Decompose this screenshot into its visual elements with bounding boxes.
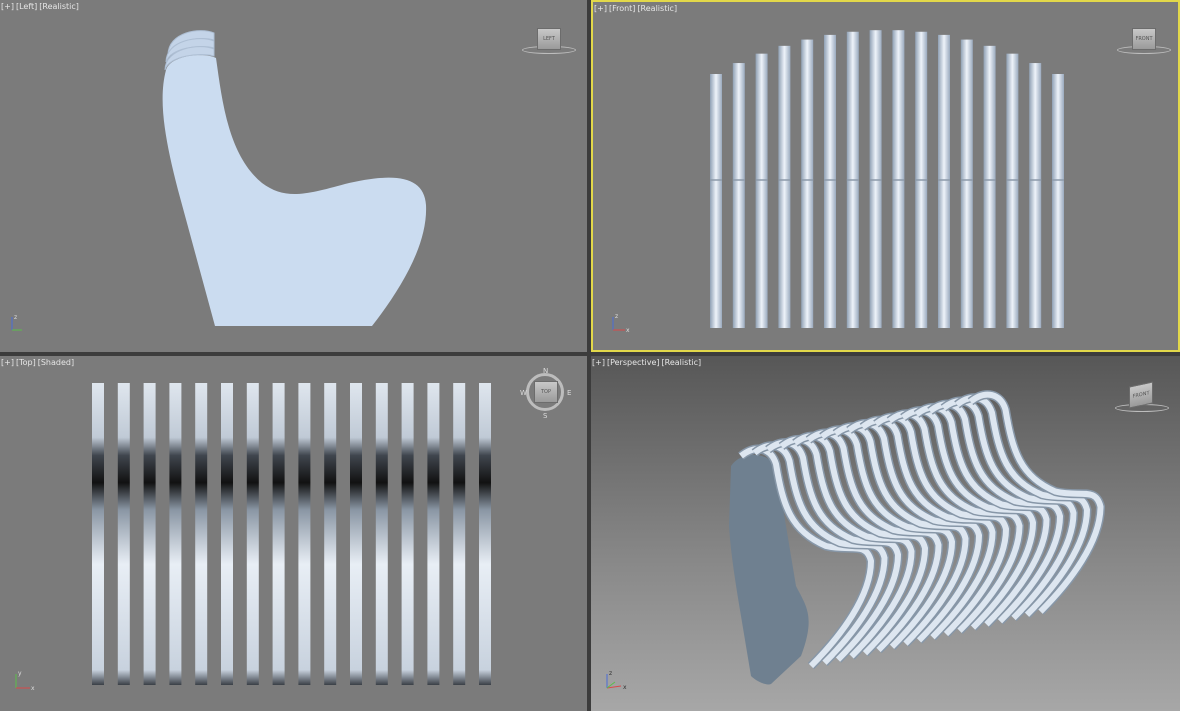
viewport-view-name[interactable]: [Top] bbox=[16, 358, 36, 367]
bench-perspective-model bbox=[729, 390, 1106, 685]
viewport-perspective[interactable]: [+] [Perspective] [Realistic] FRONT zx bbox=[591, 356, 1180, 711]
viewport-label[interactable]: [+] [Perspective] [Realistic] bbox=[592, 358, 703, 367]
slat bbox=[960, 39, 973, 329]
slat bbox=[732, 63, 745, 328]
svg-text:z: z bbox=[609, 670, 612, 677]
slat bbox=[1052, 74, 1064, 328]
slat bbox=[169, 383, 182, 685]
svg-text:z: z bbox=[615, 313, 618, 320]
svg-text:z: z bbox=[14, 314, 17, 321]
slat bbox=[755, 53, 768, 328]
axis-gizmo: zx bbox=[612, 313, 630, 334]
viewport-shading-mode[interactable]: [Realistic] bbox=[39, 2, 79, 11]
viewport-menu-plus[interactable]: [+] bbox=[592, 358, 605, 367]
slat bbox=[778, 45, 791, 329]
slat bbox=[195, 383, 208, 685]
slat bbox=[324, 383, 337, 685]
viewport-menu-plus[interactable]: [+] bbox=[1, 358, 14, 367]
slat bbox=[375, 383, 388, 685]
axis-gizmo: yx bbox=[15, 670, 35, 692]
svg-text:y: y bbox=[18, 670, 22, 677]
viewport-view-name[interactable]: [Front] bbox=[609, 4, 635, 13]
slat bbox=[453, 383, 466, 685]
svg-text:x: x bbox=[626, 327, 630, 334]
slat bbox=[427, 383, 440, 685]
slat bbox=[801, 39, 814, 329]
slat bbox=[221, 383, 233, 685]
slat bbox=[710, 74, 722, 328]
bench-side-profile bbox=[162, 30, 427, 327]
svg-text:x: x bbox=[623, 684, 627, 691]
viewport-label[interactable]: [+] [Front] [Realistic] bbox=[594, 4, 679, 13]
axis-gizmo: zx bbox=[606, 670, 627, 691]
axis-gizmo: z bbox=[11, 314, 22, 331]
slat bbox=[824, 34, 836, 329]
slat bbox=[117, 383, 130, 685]
viewport-view-name[interactable]: [Left] bbox=[16, 2, 37, 11]
viewcube[interactable]: LEFT bbox=[537, 28, 561, 50]
slat bbox=[869, 30, 882, 328]
viewcube[interactable]: FRONT bbox=[1132, 28, 1156, 50]
viewport-menu-plus[interactable]: [+] bbox=[1, 2, 14, 11]
slat bbox=[983, 45, 996, 329]
slat bbox=[938, 34, 950, 329]
slat bbox=[246, 383, 259, 685]
viewport-shading-mode[interactable]: [Shaded] bbox=[38, 358, 74, 367]
viewport-label[interactable]: [+] [Top] [Shaded] bbox=[1, 358, 76, 367]
slat bbox=[350, 383, 362, 685]
slat bbox=[401, 383, 414, 685]
slat bbox=[143, 383, 156, 685]
viewport-shading-mode[interactable]: [Realistic] bbox=[637, 4, 677, 13]
slat bbox=[272, 383, 285, 685]
slat bbox=[92, 383, 104, 685]
viewport-label[interactable]: [+] [Left] [Realistic] bbox=[1, 2, 81, 11]
slat bbox=[1029, 63, 1042, 328]
slat bbox=[479, 383, 491, 685]
viewport-left[interactable]: [+] [Left] [Realistic] LEFT z bbox=[0, 0, 587, 352]
bench-front-slats bbox=[710, 30, 1064, 329]
viewcube[interactable]: TOP bbox=[534, 381, 558, 403]
viewport-menu-plus[interactable]: [+] bbox=[594, 4, 607, 13]
slat bbox=[1006, 53, 1019, 328]
viewport-view-name[interactable]: [Perspective] bbox=[607, 358, 660, 367]
slat bbox=[298, 383, 311, 685]
viewport-top[interactable]: [+] [Top] [Shaded] TOP N E S W yx bbox=[0, 356, 587, 711]
svg-text:x: x bbox=[31, 685, 35, 692]
viewport-shading-mode[interactable]: [Realistic] bbox=[662, 358, 702, 367]
bench-top-slats bbox=[92, 383, 491, 685]
slat bbox=[892, 30, 905, 328]
viewport-front[interactable]: [+] [Front] [Realistic] FRONT zx bbox=[591, 0, 1180, 352]
